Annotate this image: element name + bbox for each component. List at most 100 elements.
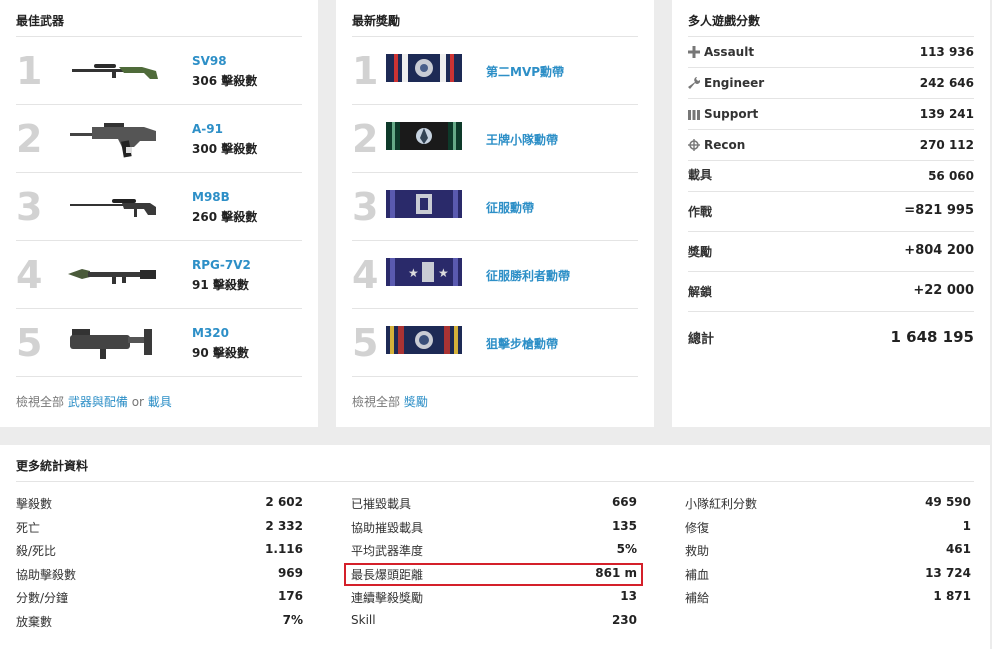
stat-value: 1	[962, 518, 971, 533]
score-value: 1 648 195	[890, 328, 974, 346]
score-row-total: 總計 1 648 195	[688, 312, 974, 362]
score-label: Support	[688, 107, 758, 121]
award-name[interactable]: 征服勳帶	[486, 199, 534, 216]
stat-value: 2 332	[265, 518, 303, 533]
stat-value: 5%	[616, 542, 637, 556]
stat-label: 協助擊殺數	[16, 567, 77, 582]
stat-label: 分數/分鐘	[16, 591, 69, 605]
weapon-name[interactable]: M320	[192, 326, 229, 340]
rank-number: 2	[352, 117, 379, 161]
ammo-icon	[688, 110, 700, 120]
weapon-kills: 300 擊殺數	[192, 142, 258, 156]
rank-number: 1	[352, 49, 379, 93]
stat-label: 連續擊殺獎勵	[351, 591, 424, 605]
stat-row: 死亡 2 332	[16, 514, 303, 538]
score-value: =821 995	[904, 203, 974, 218]
view-all-label: 檢視全部	[16, 395, 65, 409]
ribbon-icon	[386, 326, 462, 354]
weapon-name[interactable]: M98B	[192, 190, 230, 204]
stat-row: 已摧毀載具 669	[351, 490, 637, 514]
rocket-launcher-icon	[68, 269, 156, 284]
score-value: 242 646	[919, 76, 974, 90]
score-row-unlocks: 解鎖 +22 000	[688, 272, 974, 312]
stat-row: Skill 230	[351, 608, 637, 632]
award-name[interactable]: 征服勝利者勳帶	[486, 267, 570, 284]
stat-value: 1 871	[933, 589, 971, 603]
award-name[interactable]: 王牌小隊勳帶	[486, 131, 558, 148]
stat-value: 969	[277, 565, 303, 580]
stat-label: 小隊紅利分數	[685, 497, 758, 511]
weapon-kills: 306 擊殺數	[192, 74, 258, 88]
sniper-rifle-icon	[70, 199, 156, 217]
award-name[interactable]: 狙擊步槍勳帶	[486, 335, 558, 352]
stat-value: 13	[620, 589, 637, 603]
stat-row: 協助擊殺數 969	[16, 561, 303, 585]
score-row-support: Support 139 241	[688, 99, 974, 130]
weapon-row: 4 RPG-7V2 91 擊殺數	[16, 241, 302, 309]
stats-column-2: 已摧毀載具 669 協助摧毀載具 135 平均武器準度 5% 最長爆頭距離 861 m …	[351, 490, 637, 631]
stat-row: 擊殺數 2 602	[16, 490, 303, 514]
divider	[16, 481, 974, 482]
ribbon-icon	[386, 190, 462, 218]
score-value: 113 936	[919, 45, 974, 59]
award-name[interactable]: 第二MVP勳帶	[486, 63, 564, 80]
stat-value: 461	[945, 542, 971, 556]
weapon-name[interactable]: RPG-7V2	[192, 258, 251, 272]
multiplayer-score-title: 多人遊戲分數	[688, 14, 761, 28]
rank-number: 3	[16, 185, 43, 229]
award-row: 1 第二MVP勳帶	[352, 37, 638, 105]
score-label: 解鎖	[688, 285, 713, 299]
best-weapons-panel: 最佳武器 1 SV98 306 擊殺數 2 A-91 300 擊殺數 3 M98…	[0, 0, 318, 427]
vehicles-link[interactable]: 載具	[148, 395, 172, 409]
award-row: 2 王牌小隊勳帶	[352, 105, 638, 173]
rank-number: 3	[352, 185, 379, 229]
score-label: 作戰	[688, 205, 713, 219]
sniper-rifle-icon	[72, 64, 158, 79]
score-label: Recon	[688, 138, 745, 152]
stat-label: 死亡	[16, 520, 41, 535]
award-list: 1 第二MVP勳帶 2 王牌小隊勳帶 3 征服勳帶 4 ★ ★ 征服勝利者勳帶 …	[352, 37, 638, 377]
stat-label: 已摧毀載具	[351, 497, 412, 511]
ribbon-icon	[386, 54, 462, 82]
stat-row: 協助摧毀載具 135	[351, 514, 637, 538]
weapon-name[interactable]: A-91	[192, 122, 223, 136]
stat-label: 平均武器準度	[351, 544, 424, 558]
stat-label: 放棄數	[16, 614, 53, 629]
stat-row: 連續擊殺獎勵 13	[351, 584, 637, 608]
assault-rifle-icon	[70, 123, 156, 158]
ribbon-icon: ★ ★	[386, 258, 462, 286]
weapons-gadgets-link[interactable]: 武器與配備	[68, 395, 128, 409]
multiplayer-score-panel: 多人遊戲分數 Assault 113 936 Engineer 242 646 …	[672, 0, 990, 427]
weapon-row: 3 M98B 260 擊殺數	[16, 173, 302, 241]
stat-value: 176	[277, 589, 303, 603]
ribbon-icon	[386, 122, 462, 150]
stat-row: 殺/死比 1.116	[16, 537, 303, 561]
highlight-box	[344, 563, 643, 586]
stat-row: 分數/分鐘 176	[16, 584, 303, 608]
stat-value: 13 724	[925, 565, 971, 580]
score-label: 載具	[688, 168, 713, 182]
score-row-combat: 作戰 =821 995	[688, 192, 974, 232]
svg-text:★: ★	[438, 266, 449, 280]
or-label: or	[131, 395, 144, 409]
weapon-row: 2 A-91 300 擊殺數	[16, 105, 302, 173]
view-all-label: 檢視全部	[352, 395, 401, 409]
rank-number: 5	[352, 321, 379, 365]
more-stats-title: 更多統計資料	[16, 459, 89, 473]
weapons-footer: 檢視全部 武器與配備 or 載具	[16, 393, 172, 410]
weapon-name[interactable]: SV98	[192, 54, 227, 68]
award-row: 4 ★ ★ 征服勝利者勳帶	[352, 241, 638, 309]
weapon-row: 5 M320 90 擊殺數	[16, 309, 302, 377]
award-row: 5 狙擊步槍勳帶	[352, 309, 638, 377]
stat-value: 1.116	[265, 542, 303, 556]
weapon-kills: 260 擊殺數	[192, 210, 258, 224]
stat-label: 殺/死比	[16, 544, 57, 558]
score-label: 總計	[688, 332, 715, 347]
score-value: +22 000	[913, 283, 974, 298]
awards-link[interactable]: 獎勵	[404, 395, 428, 409]
stats-column-1: 擊殺數 2 602 死亡 2 332 殺/死比 1.116 協助擊殺數 969 分數/分…	[16, 490, 303, 631]
weapon-list: 1 SV98 306 擊殺數 2 A-91 300 擊殺數 3 M98B 260…	[16, 37, 302, 377]
stat-value: 49 590	[925, 495, 971, 509]
stat-label: 救助	[685, 544, 710, 558]
stat-label: 修復	[685, 520, 710, 535]
